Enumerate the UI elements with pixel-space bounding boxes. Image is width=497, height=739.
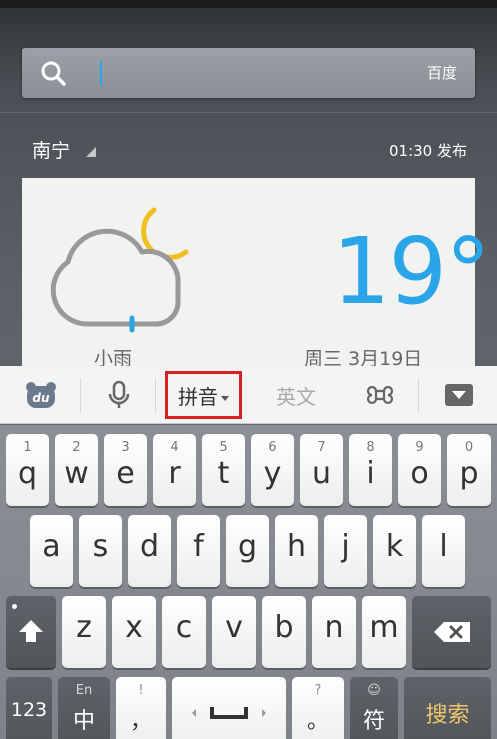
search-engine-label[interactable]: 百度 xyxy=(427,62,457,83)
key-d[interactable]: d xyxy=(128,515,171,587)
key-z[interactable]: z xyxy=(62,596,106,668)
microphone-icon xyxy=(108,380,130,408)
key-w[interactable]: 2w xyxy=(55,434,98,506)
english-label: 英文 xyxy=(276,384,316,409)
ime-toolbar: du 拼音 英文 xyxy=(0,366,497,424)
key-i[interactable]: 8i xyxy=(349,434,392,506)
key-v[interactable]: v xyxy=(212,596,256,668)
search-bar[interactable]: 百度 xyxy=(22,48,475,98)
toolbar-divider xyxy=(155,378,156,412)
comma-key[interactable]: ! ， xyxy=(116,677,166,739)
key-b[interactable]: b xyxy=(262,596,306,668)
shift-arrow-icon xyxy=(19,620,43,642)
key-h[interactable]: h xyxy=(275,515,318,587)
key-j[interactable]: j xyxy=(324,515,367,587)
key-q[interactable]: 1q xyxy=(6,434,49,506)
ime-logo-button[interactable]: du xyxy=(14,366,68,424)
key-t[interactable]: 5t xyxy=(202,434,245,506)
key-p[interactable]: 0p xyxy=(447,434,491,506)
key-k[interactable]: k xyxy=(373,515,416,587)
key-o[interactable]: 9o xyxy=(398,434,441,506)
svg-text:du: du xyxy=(32,391,50,405)
backspace-key[interactable] xyxy=(412,596,491,668)
key-u[interactable]: 7u xyxy=(300,434,343,506)
divider xyxy=(0,112,497,113)
key-a[interactable]: a xyxy=(30,515,73,587)
temperature: 19° xyxy=(332,218,491,325)
collapse-keyboard-icon xyxy=(445,384,473,406)
weather-card[interactable]: 小雨 19° 周三 3月19日 xyxy=(22,178,491,378)
search-icon xyxy=(41,61,66,86)
backspace-icon xyxy=(434,622,470,642)
space-bar-icon xyxy=(192,707,266,719)
key-c[interactable]: c xyxy=(162,596,206,668)
city-label[interactable]: 南宁 xyxy=(32,136,70,163)
key-g[interactable]: g xyxy=(226,515,269,587)
period-key[interactable]: ? 。 xyxy=(292,677,344,739)
symbols-key[interactable]: ☺ 符 xyxy=(350,677,398,739)
voice-input-button[interactable] xyxy=(92,366,146,424)
shift-key[interactable] xyxy=(6,596,56,668)
key-s[interactable]: s xyxy=(79,515,122,587)
pinyin-label: 拼音 xyxy=(178,384,218,409)
search-key[interactable]: 搜索 xyxy=(404,677,491,739)
key-l[interactable]: l xyxy=(422,515,465,587)
publish-time: 01:30 发布 xyxy=(389,142,467,160)
numbers-key[interactable]: 123 xyxy=(6,677,52,739)
key-n[interactable]: n xyxy=(312,596,356,668)
hide-keyboard-button[interactable] xyxy=(434,366,484,424)
command-grid-icon xyxy=(366,385,394,405)
emoji-icon: ☺ xyxy=(367,683,381,698)
city-dropdown-icon[interactable] xyxy=(86,147,96,157)
language-switch-key[interactable]: En 中 xyxy=(58,677,110,739)
key-r[interactable]: 4r xyxy=(153,434,196,506)
search-input-cursor[interactable] xyxy=(100,61,102,85)
key-y[interactable]: 6y xyxy=(251,434,294,506)
keyboard: 1q 2w 3e 4r 5t 6y 7u 8i 9o 0p a s d f g … xyxy=(0,425,497,739)
toolbar-divider xyxy=(80,378,81,412)
caret-down-icon xyxy=(221,395,229,401)
pinyin-mode-tab[interactable]: 拼音 xyxy=(165,371,242,419)
english-mode-tab[interactable]: 英文 xyxy=(262,366,330,424)
key-m[interactable]: m xyxy=(362,596,406,668)
key-f[interactable]: f xyxy=(177,515,220,587)
space-key[interactable] xyxy=(172,677,286,739)
status-bar xyxy=(0,0,497,8)
key-e[interactable]: 3e xyxy=(104,434,147,506)
key-x[interactable]: x xyxy=(112,596,156,668)
toolbar-divider xyxy=(418,378,419,412)
du-logo-icon: du xyxy=(26,382,56,408)
light-rain-night-icon xyxy=(50,207,189,333)
menu-grid-button[interactable] xyxy=(352,366,408,424)
shift-indicator xyxy=(12,604,17,609)
